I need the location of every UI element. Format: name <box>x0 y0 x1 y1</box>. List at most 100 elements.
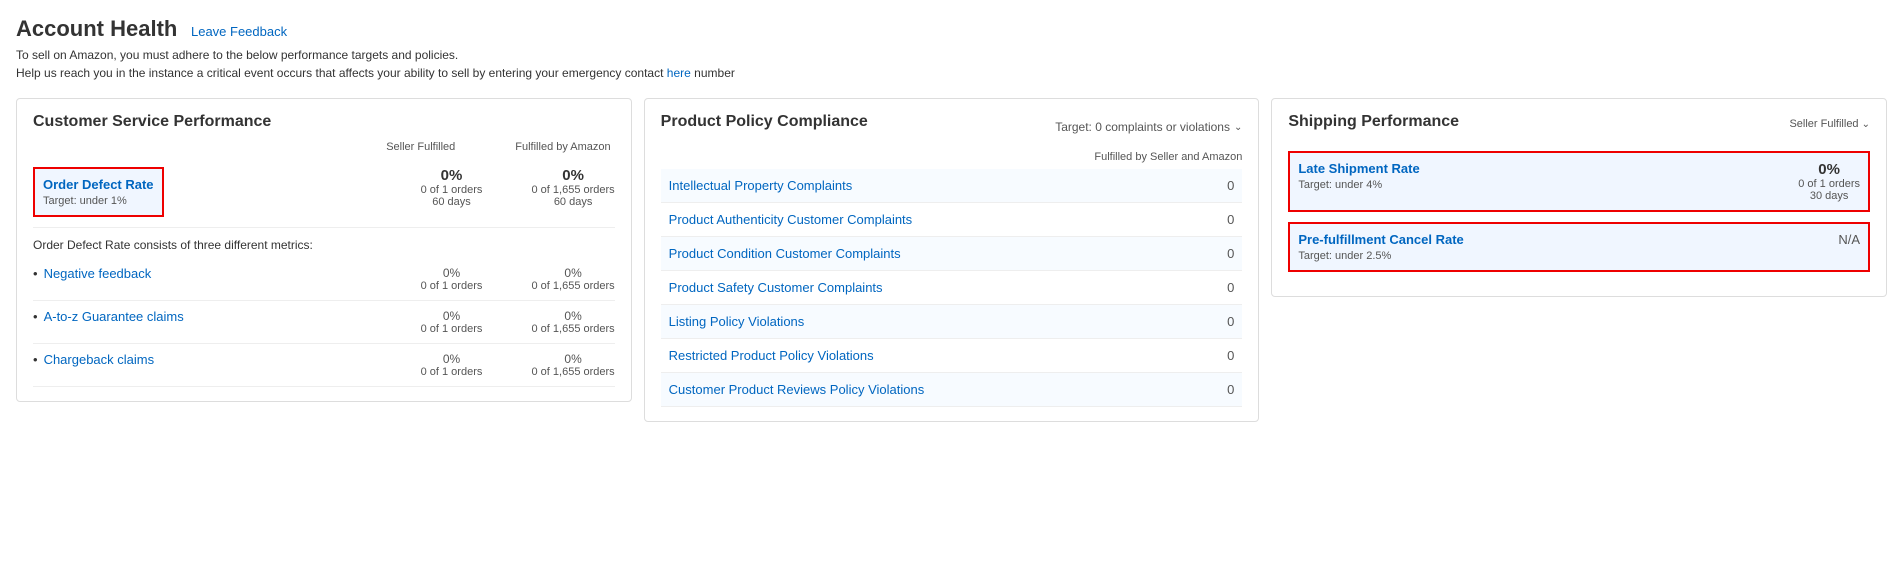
ppc-link-4[interactable]: Listing Policy Violations <box>669 314 1215 329</box>
desc-line2-part1: Help us reach you in the instance a crit… <box>16 66 663 80</box>
sub-val-col2-1: 0% 0 of 1,655 orders <box>532 309 615 335</box>
sub-val-col1-2: 0% 0 of 1 orders <box>412 352 492 378</box>
sub-metric-values-0: 0% 0 of 1 orders 0% 0 of 1,655 orders <box>412 266 615 292</box>
ppc-count-2: 0 <box>1214 246 1234 261</box>
sub-pct2-2: 0% <box>532 352 615 366</box>
ppc-header-row: Product Policy Compliance Target: 0 comp… <box>661 113 1243 141</box>
customer-service-panel: Customer Service Performance Seller Fulf… <box>16 98 632 402</box>
ppc-count-6: 0 <box>1214 382 1234 397</box>
ppc-row: Listing Policy Violations 0 <box>661 305 1243 339</box>
ppc-row: Intellectual Property Complaints 0 <box>661 169 1243 203</box>
sp-sub1-0: 0 of 1 orders <box>1798 178 1860 190</box>
ppc-count-3: 0 <box>1214 280 1234 295</box>
sp-target-0: Target: under 4% <box>1298 179 1382 191</box>
order-defect-val1: 0% 0 of 1 orders 60 days <box>412 167 492 208</box>
ppc-title: Product Policy Compliance <box>661 113 868 131</box>
ppc-link-5[interactable]: Restricted Product Policy Violations <box>669 348 1215 363</box>
sp-na-1: N/A <box>1838 232 1860 247</box>
chevron-down-icon: ⌄ <box>1234 122 1242 133</box>
sp-col-label: Seller Fulfilled <box>1789 118 1858 130</box>
desc-line1: To sell on Amazon, you must adhere to th… <box>16 48 458 62</box>
header-description: To sell on Amazon, you must adhere to th… <box>16 46 1887 82</box>
csp-column-headers: Seller Fulfilled Fulfilled by Amazon <box>33 141 615 153</box>
sp-metric-row-0: Late Shipment Rate Target: under 4% 0% 0… <box>1288 151 1870 212</box>
ppc-link-3[interactable]: Product Safety Customer Complaints <box>669 280 1215 295</box>
order-defect-link[interactable]: Order Defect Rate <box>43 177 154 192</box>
sub-metric-row: • Negative feedback 0% 0 of 1 orders 0% … <box>33 258 615 301</box>
ppc-col-header: Fulfilled by Seller and Amazon <box>661 151 1243 163</box>
sub-metric-row: • Chargeback claims 0% 0 of 1 orders 0% … <box>33 344 615 387</box>
order-defect-sub2b: 60 days <box>532 196 615 208</box>
sub-metric-label-0[interactable]: Negative feedback <box>44 266 412 281</box>
chevron-down-icon-sp: ⌄ <box>1862 119 1870 130</box>
sub-orders2-2: 0 of 1,655 orders <box>532 366 615 378</box>
ppc-link-1[interactable]: Product Authenticity Customer Complaints <box>669 212 1215 227</box>
col-fulfilled-amazon: Fulfilled by Amazon <box>515 141 610 153</box>
product-policy-panel: Product Policy Compliance Target: 0 comp… <box>644 98 1260 422</box>
csp-title: Customer Service Performance <box>33 113 615 131</box>
ppc-count-1: 0 <box>1214 212 1234 227</box>
sub-orders2-0: 0 of 1,655 orders <box>532 280 615 292</box>
panels-container: Customer Service Performance Seller Fulf… <box>16 98 1887 422</box>
sub-pct2-1: 0% <box>532 309 615 323</box>
sub-val-col1-0: 0% 0 of 1 orders <box>412 266 492 292</box>
sub-orders2-1: 0 of 1,655 orders <box>532 323 615 335</box>
order-defect-target: Target: under 1% <box>43 195 127 207</box>
page-header: Account Health Leave Feedback To sell on… <box>16 16 1887 82</box>
ppc-row: Product Safety Customer Complaints 0 <box>661 271 1243 305</box>
sub-pct2-0: 0% <box>532 266 615 280</box>
bullet-icon: • <box>33 309 38 324</box>
ppc-count-5: 0 <box>1214 348 1234 363</box>
sub-val-col2-0: 0% 0 of 1,655 orders <box>532 266 615 292</box>
sub-val-col2-2: 0% 0 of 1,655 orders <box>532 352 615 378</box>
ppc-row: Product Authenticity Customer Complaints… <box>661 203 1243 237</box>
sub-metrics-container: • Negative feedback 0% 0 of 1 orders 0% … <box>33 258 615 387</box>
order-defect-box: Order Defect Rate Target: under 1% <box>33 167 164 217</box>
sub-metric-label-2[interactable]: Chargeback claims <box>44 352 412 367</box>
page-title: Account Health <box>16 16 177 41</box>
ppc-row: Product Condition Customer Complaints 0 <box>661 237 1243 271</box>
ppc-row: Customer Product Reviews Policy Violatio… <box>661 373 1243 407</box>
sp-sub2-0: 30 days <box>1798 190 1860 202</box>
sp-col-header: Seller Fulfilled ⌄ <box>1789 118 1870 130</box>
sub-metric-label-1[interactable]: A-to-z Guarantee claims <box>44 309 412 324</box>
ppc-row: Restricted Product Policy Violations 0 <box>661 339 1243 373</box>
ppc-link-2[interactable]: Product Condition Customer Complaints <box>669 246 1215 261</box>
sp-title: Shipping Performance <box>1288 113 1459 131</box>
emergency-contact-link[interactable]: here <box>667 66 691 80</box>
sp-label-box-1: Pre-fulfillment Cancel Rate Target: unde… <box>1298 232 1463 262</box>
sub-pct1-1: 0% <box>412 309 492 323</box>
leave-feedback-link[interactable]: Leave Feedback <box>191 24 287 39</box>
sub-pct1-2: 0% <box>412 352 492 366</box>
order-defect-pct2: 0% <box>532 167 615 184</box>
order-defect-sub2a: 0 of 1,655 orders <box>532 184 615 196</box>
order-defect-sub1b: 60 days <box>412 196 492 208</box>
order-defect-val2: 0% 0 of 1,655 orders 60 days <box>532 167 615 208</box>
bullet-icon: • <box>33 266 38 281</box>
sub-metric-values-1: 0% 0 of 1 orders 0% 0 of 1,655 orders <box>412 309 615 335</box>
ppc-count-0: 0 <box>1214 178 1234 193</box>
desc-line2-part2: number <box>694 66 735 80</box>
ppc-rows-container: Intellectual Property Complaints 0 Produ… <box>661 169 1243 407</box>
sp-target-1: Target: under 2.5% <box>1298 250 1391 262</box>
sub-metric-values-2: 0% 0 of 1 orders 0% 0 of 1,655 orders <box>412 352 615 378</box>
sub-orders1-2: 0 of 1 orders <box>412 366 492 378</box>
shipping-panel: Shipping Performance Seller Fulfilled ⌄ … <box>1271 98 1887 297</box>
sp-label-box-0: Late Shipment Rate Target: under 4% <box>1298 161 1419 191</box>
sp-label-link-1[interactable]: Pre-fulfillment Cancel Rate <box>1298 232 1463 247</box>
sub-orders1-1: 0 of 1 orders <box>412 323 492 335</box>
ppc-count-4: 0 <box>1214 314 1234 329</box>
sub-val-col1-1: 0% 0 of 1 orders <box>412 309 492 335</box>
defect-description: Order Defect Rate consists of three diff… <box>33 238 615 252</box>
ppc-target-label: Target: 0 complaints or violations <box>1055 120 1230 134</box>
sub-metric-row: • A-to-z Guarantee claims 0% 0 of 1 orde… <box>33 301 615 344</box>
sp-value-box-1: N/A <box>1838 232 1860 247</box>
sp-metrics-container: Late Shipment Rate Target: under 4% 0% 0… <box>1288 151 1870 272</box>
order-defect-sub1a: 0 of 1 orders <box>412 184 492 196</box>
sub-orders1-0: 0 of 1 orders <box>412 280 492 292</box>
sp-label-link-0[interactable]: Late Shipment Rate <box>1298 161 1419 176</box>
col-seller-fulfilled: Seller Fulfilled <box>386 141 455 153</box>
ppc-link-0[interactable]: Intellectual Property Complaints <box>669 178 1215 193</box>
ppc-link-6[interactable]: Customer Product Reviews Policy Violatio… <box>669 382 1215 397</box>
order-defect-pct1: 0% <box>412 167 492 184</box>
